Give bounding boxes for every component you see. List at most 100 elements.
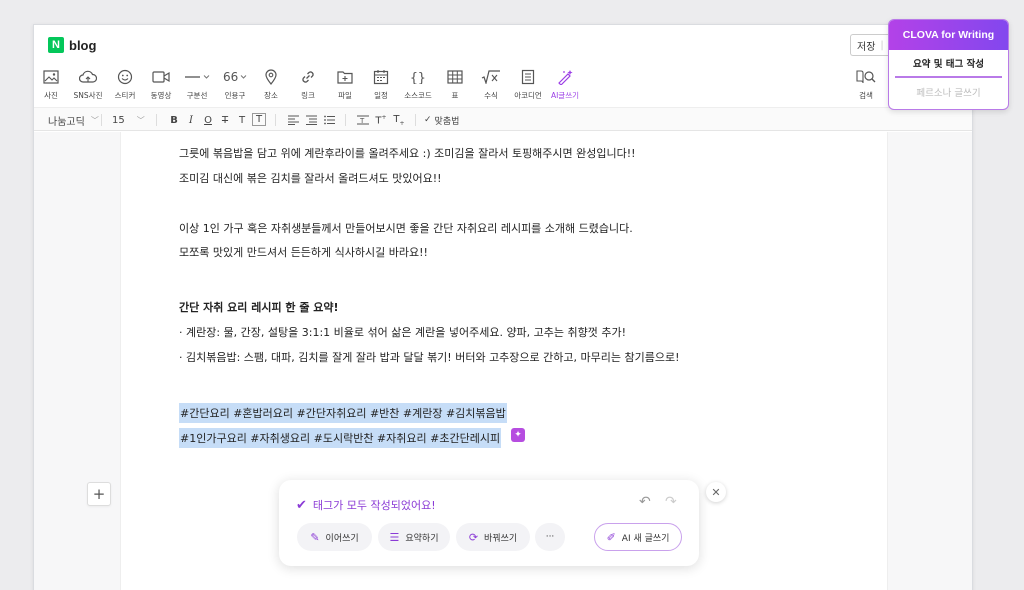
content-line[interactable]: 이상 1인 가구 혹은 자취생분들께서 만들어보시면 좋을 간단 자취요리 레시… bbox=[179, 220, 633, 236]
tool-ai-writing[interactable]: AI글쓰기 bbox=[548, 67, 582, 101]
check-icon: ✓ bbox=[424, 115, 432, 125]
calendar-icon bbox=[373, 67, 389, 87]
svg-text:66: 66 bbox=[223, 72, 238, 82]
font-size-select[interactable]: 15 ﹀ bbox=[112, 112, 145, 128]
font-size-value: 15 bbox=[112, 114, 125, 126]
undo-button[interactable]: ↶ bbox=[639, 494, 651, 510]
content-line[interactable]: 조미김 대신에 볶은 김치를 잘라서 올려드셔도 맛있어요!! bbox=[179, 170, 442, 186]
tool-table[interactable]: 표 bbox=[438, 67, 472, 101]
line-height-button[interactable]: T bbox=[356, 112, 370, 128]
content-line[interactable]: 모쪼록 맛있게 만드셔서 든든하게 식사하시길 바라요!! bbox=[179, 244, 428, 260]
tool-accordion[interactable]: 아코디언 bbox=[511, 67, 545, 101]
tool-sticker[interactable]: 스티커 bbox=[108, 67, 142, 101]
font-select[interactable]: 나눔고딕 ﹀ bbox=[48, 112, 99, 128]
more-button[interactable]: ··· bbox=[535, 523, 565, 551]
photo-icon bbox=[43, 67, 59, 87]
align-left-icon bbox=[287, 115, 299, 125]
close-ai-panel-button[interactable]: ✕ bbox=[706, 482, 726, 502]
insert-toolbar: 사진 SNS사진 스티커 동영상 구분선 66 인용구 장소 링크 파일 일정 … bbox=[34, 67, 972, 107]
tags-line[interactable]: #1인가구요리 #자취생요리 #도시락반찬 #자취요리 #초간단레시피 bbox=[179, 428, 502, 448]
divider-icon bbox=[184, 67, 210, 87]
video-icon bbox=[152, 67, 170, 87]
tool-link-label: 링크 bbox=[301, 91, 315, 100]
divider bbox=[275, 114, 276, 126]
svg-text:{}: {} bbox=[410, 71, 426, 84]
tool-video[interactable]: 동영상 bbox=[144, 67, 178, 101]
ai-writing-icon bbox=[556, 67, 574, 87]
italic-button[interactable]: I bbox=[184, 112, 198, 128]
continue-label: 이어쓰기 bbox=[325, 533, 359, 544]
tool-sticker-label: 스티커 bbox=[114, 91, 136, 100]
content-line[interactable]: 그릇에 볶음밥을 담고 위에 계란후라이를 올려주세요 :) 조미김을 잘라서 … bbox=[179, 145, 636, 161]
ai-tag-marker-icon[interactable]: ✦ bbox=[511, 428, 525, 442]
summary-item[interactable]: · 김치볶음밥: 스팸, 대파, 김치를 잘게 잘라 밥과 달달 볶기! 버터와… bbox=[179, 349, 680, 365]
tool-formula-label: 수식 bbox=[484, 91, 498, 100]
naver-blog-logo[interactable]: N blog bbox=[48, 37, 96, 53]
header: N blog 저장 | bbox=[34, 25, 972, 63]
tool-link[interactable]: 링크 bbox=[291, 67, 325, 101]
tool-divider[interactable]: 구분선 bbox=[180, 67, 214, 101]
tool-file[interactable]: 파일 bbox=[328, 67, 362, 101]
tool-quote[interactable]: 66 인용구 bbox=[218, 67, 252, 101]
list-button[interactable] bbox=[322, 112, 336, 128]
tool-search-label: 검색 bbox=[859, 91, 873, 100]
search-icon bbox=[856, 67, 876, 87]
bold-icon: B bbox=[170, 114, 178, 126]
format-toolbar: 나눔고딕 ﹀ 15 ﹀ B I O T T T T T+ T+ ✓ 맞춤법 bbox=[34, 107, 972, 131]
divider bbox=[101, 114, 102, 126]
tool-source-code[interactable]: {} 소스코드 bbox=[401, 67, 435, 101]
tool-location-label: 장소 bbox=[264, 91, 278, 100]
divider bbox=[345, 114, 346, 126]
indent-button[interactable] bbox=[304, 112, 318, 128]
redo-icon: ↷ bbox=[665, 494, 677, 510]
ai-wand-icon: ✐ bbox=[606, 530, 616, 544]
strikethrough-button[interactable]: T bbox=[218, 112, 232, 128]
clova-item-summary-tags[interactable]: 요약 및 태그 작성 bbox=[895, 50, 1002, 78]
bold-button[interactable]: B bbox=[167, 112, 181, 128]
rewrite-button[interactable]: ⟳ 바꿔쓰기 bbox=[456, 523, 530, 551]
subscript-button[interactable]: T+ bbox=[392, 112, 406, 128]
svg-text:T: T bbox=[359, 117, 365, 125]
add-component-button[interactable]: + bbox=[87, 482, 111, 506]
undo-icon: ↶ bbox=[639, 494, 651, 510]
superscript-icon: T+ bbox=[375, 113, 387, 127]
summary-item[interactable]: · 계란장: 물, 간장, 설탕을 3:1:1 비율로 섞어 삶은 계란을 넣어… bbox=[179, 324, 626, 340]
pencil-icon: ✎ bbox=[310, 530, 320, 544]
tool-search[interactable]: 검색 bbox=[849, 67, 883, 101]
spellcheck-button[interactable]: ✓ 맞춤법 bbox=[424, 112, 459, 128]
ai-new-writing-button[interactable]: ✐ AI 새 글쓰기 bbox=[594, 523, 682, 551]
redo-button[interactable]: ↷ bbox=[665, 494, 677, 510]
tool-video-label: 동영상 bbox=[150, 91, 172, 100]
cloud-icon bbox=[79, 67, 97, 87]
tool-schedule[interactable]: 일정 bbox=[364, 67, 398, 101]
superscript-button[interactable]: T+ bbox=[374, 112, 388, 128]
font-color-button[interactable]: T bbox=[235, 112, 249, 128]
rewrite-label: 바꿔쓰기 bbox=[484, 533, 518, 544]
save-label: 저장 bbox=[857, 41, 876, 53]
tags-line[interactable]: #간단요리 #혼밥러요리 #간단자취요리 #반찬 #계란장 #김치볶음밥 bbox=[179, 403, 507, 423]
tool-schedule-label: 일정 bbox=[374, 91, 388, 100]
ai-status-text: 태그가 모두 작성되었어요! bbox=[312, 499, 436, 512]
tool-formula[interactable]: 수식 bbox=[474, 67, 508, 101]
background-color-button[interactable]: T bbox=[252, 113, 266, 126]
summarize-label: 요약하기 bbox=[405, 533, 439, 544]
formula-icon bbox=[481, 67, 501, 87]
divider bbox=[415, 114, 416, 126]
tool-sns-photo[interactable]: SNS사진 bbox=[71, 67, 105, 101]
italic-icon: I bbox=[189, 114, 193, 126]
underline-button[interactable]: O bbox=[201, 112, 215, 128]
tool-photo-label: 사진 bbox=[44, 91, 58, 100]
align-left-button[interactable] bbox=[286, 112, 300, 128]
link-icon bbox=[300, 67, 316, 87]
more-icon: ··· bbox=[545, 532, 555, 542]
continue-writing-button[interactable]: ✎ 이어쓰기 bbox=[297, 523, 372, 551]
clova-writing-menu: CLOVA for Writing 요약 및 태그 작성 페르소나 글쓰기 bbox=[888, 19, 1009, 110]
tool-location[interactable]: 장소 bbox=[254, 67, 288, 101]
tool-photo[interactable]: 사진 bbox=[34, 67, 68, 101]
summary-title[interactable]: 간단 자취 요리 레시피 한 줄 요약! bbox=[179, 299, 339, 315]
save-button[interactable]: 저장 | bbox=[850, 34, 890, 56]
quote-icon: 66 bbox=[222, 67, 248, 87]
clova-item-persona[interactable]: 페르소나 글쓰기 bbox=[889, 78, 1008, 106]
ai-writing-panel: ✔ 태그가 모두 작성되었어요! ↶ ↷ ✎ 이어쓰기 ☰ 요약하기 ⟳ 바꿔쓰… bbox=[279, 480, 699, 566]
summarize-button[interactable]: ☰ 요약하기 bbox=[378, 523, 450, 551]
